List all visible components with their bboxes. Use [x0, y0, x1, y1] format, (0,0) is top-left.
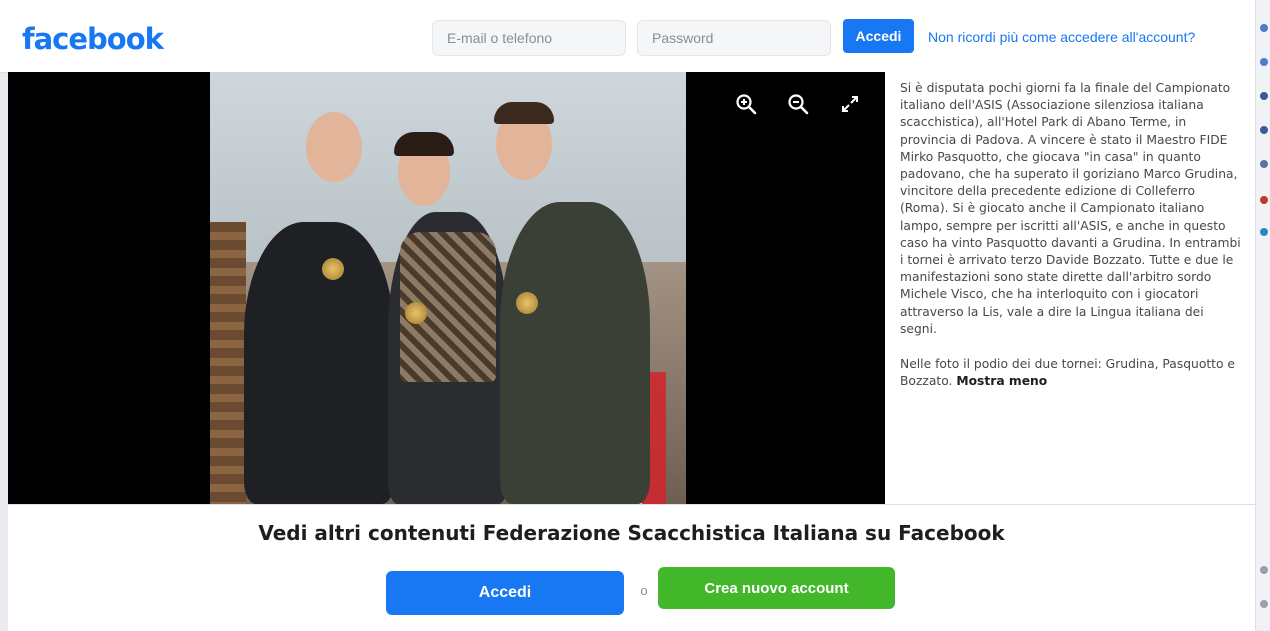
top-navigation-bar: facebook Accedi Non ricordi più come acc…: [0, 0, 1255, 73]
photo-medal: [322, 258, 344, 280]
toolbar-icon[interactable]: [1260, 24, 1268, 32]
banner-title: Vedi altri contenuti Federazione Scacchi…: [258, 521, 1005, 545]
toolbar-icon[interactable]: [1260, 58, 1268, 66]
photo-person-right: [500, 202, 650, 504]
fullscreen-icon[interactable]: [836, 90, 864, 118]
login-button[interactable]: Accedi: [843, 19, 914, 53]
email-field[interactable]: [432, 20, 626, 56]
show-less-link[interactable]: Mostra meno: [956, 374, 1047, 388]
toolbar-icon[interactable]: [1260, 196, 1268, 204]
forgot-account-link[interactable]: Non ricordi più come accedere all'accoun…: [928, 29, 1195, 45]
zoom-in-icon[interactable]: [732, 90, 760, 118]
photo-hair-center: [394, 132, 454, 156]
toolbar-icon[interactable]: [1260, 126, 1268, 134]
banner-login-button[interactable]: Accedi: [386, 571, 624, 615]
toolbar-icon[interactable]: [1260, 160, 1268, 168]
toolbar-icon[interactable]: [1260, 566, 1268, 574]
photo-shelf: [210, 222, 246, 504]
photo-medal: [516, 292, 538, 314]
post-photo[interactable]: [210, 72, 686, 504]
photo-head-left: [306, 112, 362, 182]
login-prompt-banner: Vedi altri contenuti Federazione Scacchi…: [8, 504, 1255, 631]
toolbar-icon[interactable]: [1260, 600, 1268, 608]
post-caption: Si è disputata pochi giorni fa la finale…: [885, 72, 1255, 504]
facebook-logo[interactable]: facebook: [22, 22, 164, 56]
photo-medal: [405, 302, 427, 324]
caption-paragraph: Si è disputata pochi giorni fa la finale…: [900, 81, 1241, 336]
password-field[interactable]: [637, 20, 831, 56]
right-edge-toolbar: [1255, 0, 1270, 630]
toolbar-icon[interactable]: [1260, 92, 1268, 100]
photo-person-left: [244, 222, 394, 504]
toolbar-icon[interactable]: [1260, 228, 1268, 236]
create-account-button[interactable]: Crea nuovo account: [658, 567, 895, 609]
caption-text: Nelle foto il podio dei due tornei: Grud…: [900, 357, 1235, 389]
photo-viewer: [8, 72, 885, 504]
caption-paragraph: Nelle foto il podio dei due tornei: Grud…: [900, 356, 1241, 390]
photo-hair-right: [494, 102, 554, 124]
zoom-out-icon[interactable]: [784, 90, 812, 118]
or-separator: o: [640, 583, 648, 598]
